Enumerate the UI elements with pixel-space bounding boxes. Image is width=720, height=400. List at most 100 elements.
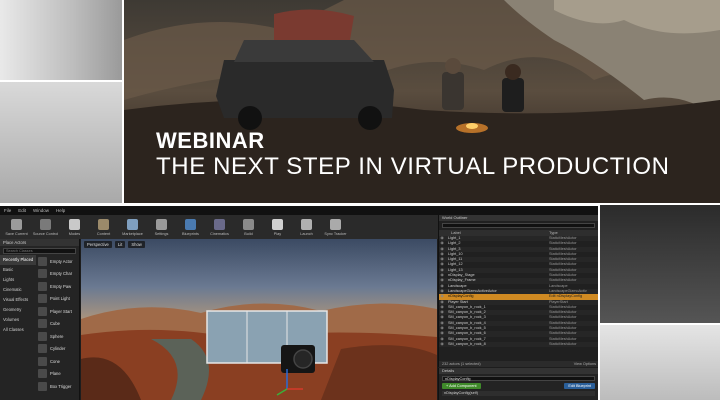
placeable-item[interactable]: Empty Actor	[36, 255, 80, 268]
toolbar-content-button[interactable]: Content	[89, 215, 118, 239]
place-actors-tab[interactable]: Place Actors	[0, 239, 79, 246]
toolbar-label: Launch	[300, 231, 313, 236]
presenter-photo-2	[0, 82, 122, 203]
screenshot-root: WEBINAR THE NEXT STEP IN VIRTUAL PRODUCT…	[0, 0, 720, 400]
class-search-input[interactable]: Search Classes	[3, 248, 76, 254]
webinar-banner: WEBINAR THE NEXT STEP IN VIRTUAL PRODUCT…	[124, 0, 720, 203]
toolbar-label: Content	[96, 231, 111, 236]
toolbar-label: Save Current	[5, 231, 28, 236]
toolbar-marketplace-button[interactable]: Marketplace	[118, 215, 147, 239]
actor-class-icon	[38, 281, 47, 291]
category-item[interactable]: Cinematic	[0, 285, 36, 295]
toolbar-sync-tracker-button[interactable]: Sync Tracker	[321, 215, 350, 239]
world-outliner-tab[interactable]: World Outliner	[439, 215, 598, 221]
banner-title: THE NEXT STEP IN VIRTUAL PRODUCTION	[156, 153, 670, 180]
category-item[interactable]: Geometry	[0, 305, 36, 315]
menu-edit[interactable]: Edit	[18, 208, 26, 213]
outliner-search-input[interactable]	[442, 223, 595, 228]
toolbar-label: Play	[273, 231, 282, 236]
placeable-item[interactable]: Empty Paw	[36, 280, 80, 293]
menu-bar: File Edit Window Help	[0, 206, 598, 215]
modes-panel: Place Actors Search Classes Recently Pla…	[0, 239, 80, 400]
actor-class-icon	[38, 356, 47, 366]
perspective-button[interactable]: Perspective	[84, 241, 112, 248]
actor-label: SM_canyon_b_rock_8	[448, 341, 486, 346]
toolbar-play-button[interactable]: Play	[263, 215, 292, 239]
viewport-toolbar: Perspective Lit Show	[84, 241, 145, 248]
play-icon	[272, 218, 283, 230]
actor-class-icon	[38, 331, 47, 341]
placeable-list: Empty Actor Empty Char Empty Paw Point Ligh…	[36, 255, 80, 393]
menu-file[interactable]: File	[4, 208, 11, 213]
placeable-label: Cube	[50, 321, 61, 327]
toolbar-blueprints-button[interactable]: Blueprints	[176, 215, 205, 239]
placeable-item[interactable]: Empty Char	[36, 268, 80, 281]
outliner-row[interactable]: ◉ SM_canyon_b_rock_8 StaticMeshActor	[439, 341, 598, 348]
outliner-footer: 232 actors (1 selected) View Options	[439, 361, 598, 367]
category-item[interactable]: Recently Placed	[0, 255, 36, 265]
component-row[interactable]: nDisplayConfig(self)	[442, 391, 595, 396]
placeable-item[interactable]: Cylinder	[36, 343, 80, 356]
toolbar-label: Cinematics	[210, 231, 229, 236]
placeable-label: Cone	[50, 358, 61, 364]
actor-class-icon	[38, 294, 47, 304]
save-icon	[11, 218, 22, 230]
category-item[interactable]: Basic	[0, 265, 36, 275]
toolbar-build-button[interactable]: Build	[234, 215, 263, 239]
presenter-photo-1	[0, 0, 122, 80]
toolbar-label: Blueprints	[182, 231, 199, 236]
placeable-label: Plane	[50, 371, 61, 377]
world-outliner: World Outliner Label Type ◉ Light_1 Static…	[438, 215, 598, 367]
actor-name-field[interactable]: nDisplayConfig	[442, 376, 595, 381]
lit-button[interactable]: Lit	[114, 241, 126, 248]
toolbar-label: Build	[244, 231, 253, 236]
category-item[interactable]: All Classes	[0, 325, 36, 335]
toolbar-modes-button[interactable]: Modes	[60, 215, 89, 239]
category-item[interactable]: Lights	[0, 275, 36, 285]
placeable-item[interactable]: Plane	[36, 368, 80, 381]
category-item[interactable]: Visual Effects	[0, 295, 36, 305]
placeable-item[interactable]: Point Light	[36, 293, 80, 306]
toolbar-label: Source Control	[32, 231, 59, 236]
placeable-label: Cylinder	[50, 346, 66, 352]
launch-icon	[301, 218, 312, 230]
placeable-item[interactable]: Box Trigger	[36, 380, 80, 393]
placeable-item[interactable]: Player Start	[36, 305, 80, 318]
placeable-item[interactable]: Cone	[36, 355, 80, 368]
toolbar-label: Marketplace	[122, 231, 143, 236]
category-item[interactable]: Volumes	[0, 315, 36, 325]
toolbar-source-control-button[interactable]: Source Control	[31, 215, 60, 239]
toolbar-launch-button[interactable]: Launch	[292, 215, 321, 239]
menu-window[interactable]: Window	[33, 208, 49, 213]
placeable-label: Point Light	[50, 296, 70, 302]
content-icon	[98, 218, 109, 230]
banner-kicker: WEBINAR	[156, 128, 265, 153]
details-tab[interactable]: Details	[439, 368, 598, 374]
toolbar-label: Settings	[154, 231, 169, 236]
actor-class-icon	[38, 381, 47, 391]
unreal-editor: File Edit Window Help Save Current Source…	[0, 206, 598, 400]
toolbar-cinematics-button[interactable]: Cinematics	[205, 215, 234, 239]
main-toolbar: Save Current Source Control Modes Content Ma…	[0, 215, 438, 239]
placeable-label: Player Start	[50, 308, 72, 314]
actor-class-icon	[38, 369, 47, 379]
placeable-item[interactable]: Cube	[36, 318, 80, 331]
build-icon	[243, 218, 254, 230]
actor-class-icon	[38, 344, 47, 354]
toolbar-save-button[interactable]: Save Current	[2, 215, 31, 239]
placeable-item[interactable]: Sphere	[36, 330, 80, 343]
menu-help[interactable]: Help	[56, 208, 65, 213]
add-component-button[interactable]: + Add Component	[442, 383, 481, 389]
placeable-label: Empty Char	[50, 271, 73, 277]
show-button[interactable]: Show	[128, 241, 145, 248]
placeable-label: Box Trigger	[50, 383, 72, 389]
edit-blueprint-button[interactable]: Edit Blueprint	[564, 383, 595, 389]
toolbar-settings-button[interactable]: Settings	[147, 215, 176, 239]
cinematics-icon	[214, 218, 225, 230]
category-list: Recently Placed Basic Lights Cinematic Visua…	[0, 255, 36, 335]
sync-tracker-icon	[330, 218, 341, 230]
view-options-button[interactable]: View Options	[574, 361, 596, 367]
settings-icon	[156, 218, 167, 230]
placeable-label: Empty Actor	[50, 258, 73, 264]
level-viewport[interactable]: Perspective Lit Show	[81, 239, 437, 400]
